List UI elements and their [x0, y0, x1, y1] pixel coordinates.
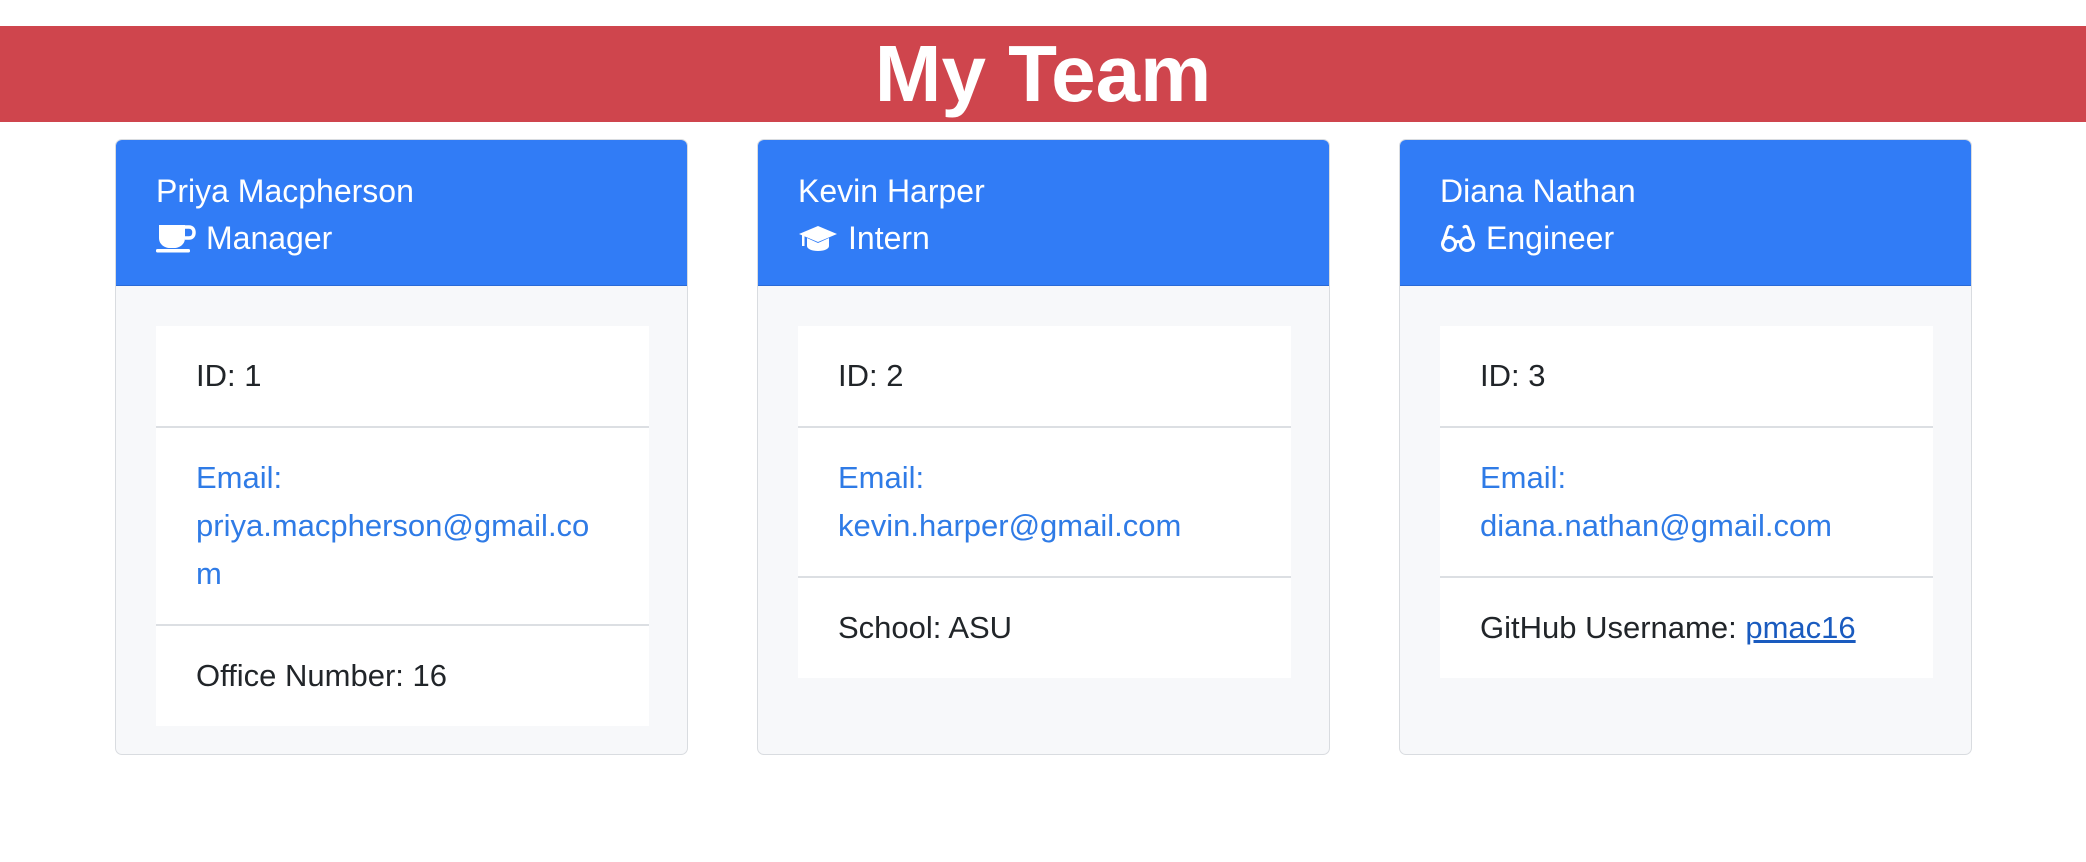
employee-details-list: ID: 1 Email: priya.macpherson@gmail.com …	[156, 326, 649, 726]
employee-card-manager: Priya Macpherson Manager ID: 1 Email: pr…	[115, 139, 688, 755]
employee-id: ID: 2	[798, 326, 1291, 428]
employee-id: ID: 3	[1440, 326, 1933, 428]
card-body: ID: 1 Email: priya.macpherson@gmail.com …	[116, 286, 687, 754]
employee-details-list: ID: 2 Email: kevin.harper@gmail.com Scho…	[798, 326, 1291, 678]
email-link[interactable]: Email: kevin.harper@gmail.com	[798, 428, 1291, 578]
github-profile-link[interactable]: pmac16	[1745, 610, 1855, 645]
employee-name: Diana Nathan	[1440, 173, 1636, 209]
glasses-icon	[1440, 223, 1476, 253]
email-address: diana.nathan@gmail.com	[1480, 508, 1833, 543]
coffee-cup-icon	[156, 223, 196, 253]
employee-name: Kevin Harper	[798, 173, 985, 209]
card-header: Priya Macpherson Manager	[116, 140, 687, 286]
office-number: Office Number: 16	[156, 626, 649, 726]
card-body: ID: 3 Email: diana.nathan@gmail.com GitH…	[1400, 286, 1971, 718]
role-label: Intern	[848, 220, 930, 256]
page-banner: My Team	[0, 26, 2086, 122]
github-username: GitHub Username: pmac16	[1440, 578, 1933, 678]
role-label: Engineer	[1486, 220, 1615, 256]
employee-role: Manager	[156, 214, 647, 262]
email-link[interactable]: Email: diana.nathan@gmail.com	[1440, 428, 1933, 578]
card-header: Kevin Harper Intern	[758, 140, 1329, 286]
page-title: My Team	[874, 29, 1212, 118]
email-link[interactable]: Email: priya.macpherson@gmail.com	[156, 428, 649, 626]
employee-name: Priya Macpherson	[156, 173, 414, 209]
employee-id: ID: 1	[156, 326, 649, 428]
employee-details-list: ID: 3 Email: diana.nathan@gmail.com GitH…	[1440, 326, 1933, 678]
employee-role: Intern	[798, 214, 1289, 262]
office-number-value: 16	[412, 658, 447, 693]
email-label: Email:	[1480, 460, 1567, 495]
school: School: ASU	[798, 578, 1291, 678]
graduation-cap-icon	[798, 223, 838, 253]
email-address: priya.macpherson@gmail.com	[196, 508, 590, 591]
office-number-label: Office Number:	[196, 658, 404, 693]
employee-role: Engineer	[1440, 214, 1931, 262]
employee-card-intern: Kevin Harper Intern ID: 2 Email: kevin.h…	[757, 139, 1330, 755]
email-address: kevin.harper@gmail.com	[838, 508, 1182, 543]
school-label: School:	[838, 610, 942, 645]
email-label: Email:	[196, 460, 283, 495]
role-label: Manager	[206, 220, 333, 256]
email-label: Email:	[838, 460, 925, 495]
github-username-label: GitHub Username:	[1480, 610, 1737, 645]
card-body: ID: 2 Email: kevin.harper@gmail.com Scho…	[758, 286, 1329, 718]
card-header: Diana Nathan Engineer	[1400, 140, 1971, 286]
employee-card-engineer: Diana Nathan Engineer ID: 3 Email: diana…	[1399, 139, 1972, 755]
school-value: ASU	[948, 610, 1013, 645]
